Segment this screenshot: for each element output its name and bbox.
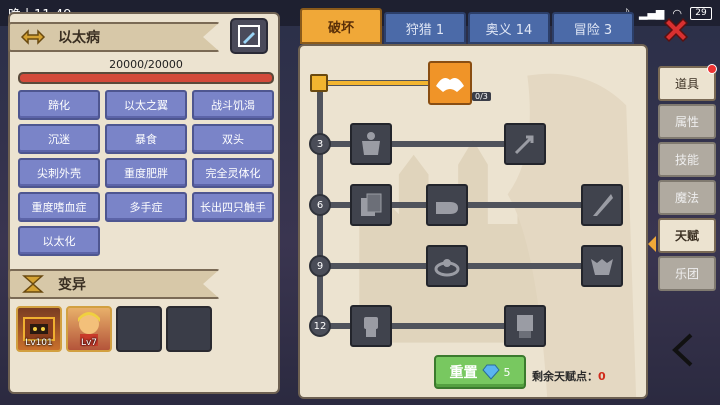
beast-head-icon bbox=[591, 259, 613, 275]
mutation-slot-level: Lv7 bbox=[80, 338, 98, 348]
hp-bar-fill bbox=[20, 74, 272, 82]
close-button[interactable] bbox=[660, 14, 692, 46]
tab-destroy[interactable]: 破坏 bbox=[300, 8, 382, 44]
trait-list: 蹄化 以太之翼 战斗饥渴 沉迷 暴食 双头 尖刺外壳 重度肥胖 完全灵体化 重度… bbox=[18, 90, 274, 256]
remaining-points-value: 0 bbox=[598, 370, 606, 383]
character-name-banner: 以太病 bbox=[8, 22, 220, 52]
mutation-slot-level: Lv101 bbox=[25, 338, 53, 348]
character-emblem-icon bbox=[18, 26, 48, 48]
trait-button[interactable]: 重度嗜血症 bbox=[18, 192, 100, 222]
talent-node-beast[interactable] bbox=[581, 245, 623, 287]
character-panel: 以太病 20000/20000 蹄化 以太之翼 战斗饥渴 沉迷 暴食 双头 尖刺… bbox=[8, 12, 280, 394]
side-nav-label: 道具 bbox=[674, 77, 699, 91]
active-tab-pointer bbox=[648, 236, 656, 252]
talent-node-slash[interactable] bbox=[581, 184, 623, 226]
side-nav-talents[interactable]: 天赋 bbox=[658, 218, 716, 253]
edit-traits-button[interactable] bbox=[230, 18, 268, 54]
talent-root bbox=[310, 74, 328, 92]
back-button[interactable] bbox=[664, 330, 700, 370]
reset-talents-button[interactable]: 重置 5 bbox=[434, 355, 526, 389]
close-icon bbox=[663, 17, 689, 43]
remaining-points-label: 剩余天赋点： bbox=[532, 370, 598, 383]
punch-icon bbox=[436, 202, 458, 214]
hp-value: 20000/20000 bbox=[109, 58, 183, 71]
side-nav-label: 技能 bbox=[674, 153, 699, 167]
tab-secret[interactable]: 奥义 14 bbox=[468, 12, 550, 44]
talent-node-cards[interactable] bbox=[350, 184, 392, 226]
talent-board: 0/3 3 6 9 12 重置 5 剩余天赋点：0 bbox=[298, 44, 648, 399]
handshake-icon bbox=[436, 78, 464, 92]
talent-node-punch[interactable] bbox=[426, 184, 468, 226]
trait-button[interactable]: 长出四只触手 bbox=[192, 192, 274, 222]
side-nav-label: 属性 bbox=[674, 115, 699, 129]
trait-button[interactable]: 以太化 bbox=[18, 226, 100, 256]
muscle-body-icon bbox=[362, 132, 380, 155]
trait-button[interactable]: 重度肥胖 bbox=[105, 158, 187, 188]
mutation-title: 变异 bbox=[58, 277, 86, 293]
side-nav-label: 魔法 bbox=[674, 191, 699, 205]
diamond-icon bbox=[481, 364, 500, 380]
cards-icon bbox=[361, 193, 382, 216]
side-nav-skills[interactable]: 技能 bbox=[658, 142, 716, 177]
trait-button[interactable]: 沉迷 bbox=[18, 124, 100, 154]
side-nav-label: 天赋 bbox=[674, 229, 699, 243]
mutation-slot-empty[interactable] bbox=[166, 306, 212, 352]
row-level-label: 12 bbox=[309, 315, 331, 337]
mutation-slot-empty[interactable] bbox=[116, 306, 162, 352]
talent-node-count: 0/3 bbox=[472, 92, 491, 101]
mutation-banner: 变异 bbox=[8, 269, 220, 299]
side-nav-items[interactable]: 道具 bbox=[658, 64, 717, 101]
trait-button[interactable]: 完全灵体化 bbox=[192, 158, 274, 188]
side-nav-attributes[interactable]: 属性 bbox=[658, 104, 716, 139]
tab-hunt[interactable]: 狩猎 1 bbox=[384, 12, 466, 44]
mutation-slots: Lv101 Lv7 bbox=[16, 306, 274, 356]
arrow-strike-icon bbox=[514, 135, 534, 155]
character-name: 以太病 bbox=[58, 30, 100, 46]
raised-fist-icon bbox=[364, 317, 378, 337]
talent-node-clasp[interactable] bbox=[428, 61, 472, 105]
talent-node-gauntlet[interactable] bbox=[504, 305, 546, 347]
tab-adventure[interactable]: 冒险 3 bbox=[552, 12, 634, 44]
row-level-label: 3 bbox=[309, 133, 331, 155]
battery-indicator: 29 bbox=[690, 6, 712, 20]
gauntlet-icon bbox=[517, 315, 533, 338]
trait-button[interactable]: 以太之翼 bbox=[105, 90, 187, 120]
vortex-icon bbox=[434, 259, 460, 277]
trait-button[interactable]: 暴食 bbox=[105, 124, 187, 154]
hp-bar bbox=[18, 72, 274, 84]
talent-node-arrow[interactable] bbox=[504, 123, 546, 165]
slash-icon bbox=[593, 194, 613, 216]
trait-button[interactable]: 尖刺外壳 bbox=[18, 158, 100, 188]
reset-cost: 5 bbox=[503, 365, 511, 379]
trait-button[interactable]: 多手症 bbox=[105, 192, 187, 222]
side-nav-band[interactable]: 乐团 bbox=[658, 256, 716, 291]
side-nav: 道具 属性 技能 魔法 天赋 乐团 bbox=[658, 64, 717, 291]
trait-button[interactable]: 蹄化 bbox=[18, 90, 100, 120]
notification-dot bbox=[707, 64, 717, 74]
mutation-slot[interactable]: Lv7 bbox=[66, 306, 112, 352]
talent-tabs: 破坏 狩猎 1 奥义 14 冒险 3 bbox=[300, 8, 634, 48]
edit-icon bbox=[238, 25, 260, 47]
talent-node-vortex[interactable] bbox=[426, 245, 468, 287]
side-nav-magic[interactable]: 魔法 bbox=[658, 180, 716, 215]
back-arrow-icon bbox=[672, 333, 693, 367]
side-nav-label: 乐团 bbox=[674, 267, 699, 281]
trait-button[interactable]: 战斗饥渴 bbox=[192, 90, 274, 120]
mutation-slot[interactable]: Lv101 bbox=[16, 306, 62, 352]
talent-node-fist[interactable] bbox=[350, 305, 392, 347]
row-level-label: 9 bbox=[309, 255, 331, 277]
row-level-label: 6 bbox=[309, 194, 331, 216]
talent-node-body[interactable] bbox=[350, 123, 392, 165]
remaining-points: 剩余天赋点：0 bbox=[532, 368, 606, 384]
reset-button-label: 重置 bbox=[449, 365, 478, 381]
trait-button[interactable]: 双头 bbox=[192, 124, 274, 154]
mutation-icon bbox=[18, 273, 48, 295]
